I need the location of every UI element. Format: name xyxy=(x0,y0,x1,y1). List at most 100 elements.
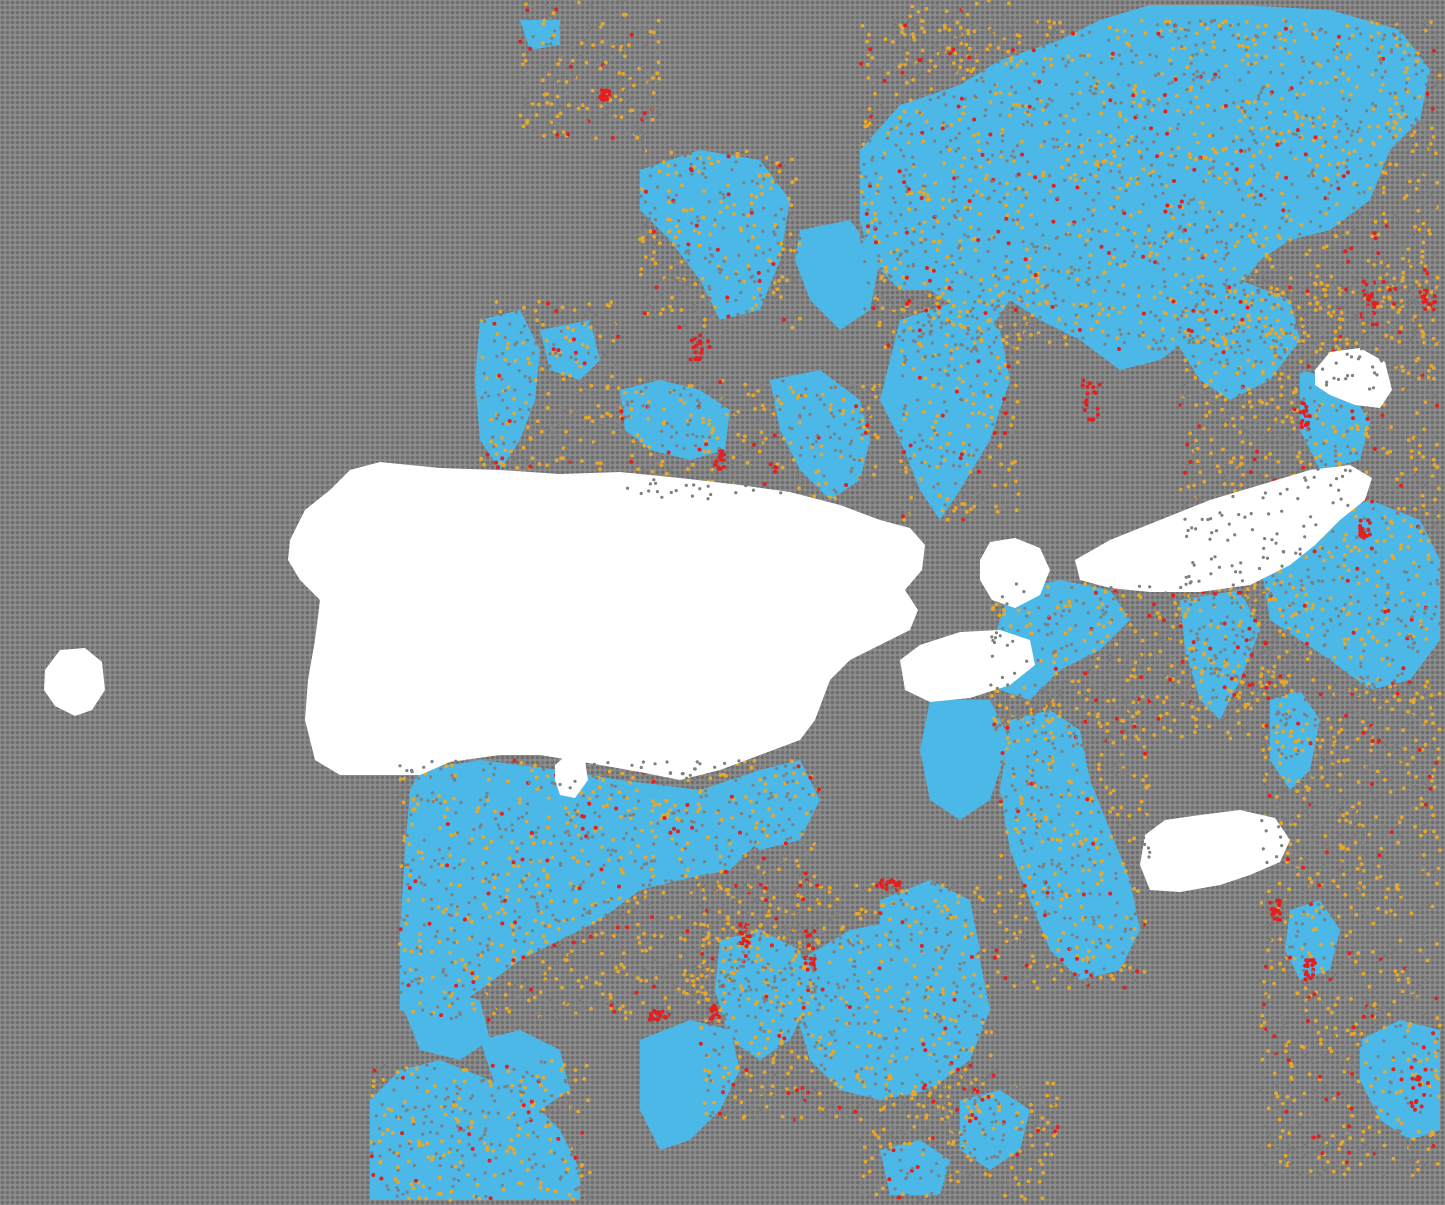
orange-point xyxy=(887,985,892,990)
red-point xyxy=(714,1012,719,1017)
orange-point xyxy=(1289,688,1294,693)
orange-point xyxy=(1186,607,1191,612)
orange-point xyxy=(628,1010,633,1015)
orange-point xyxy=(461,858,465,863)
orange-point xyxy=(1108,810,1112,814)
orange-point xyxy=(1066,54,1071,59)
red-point xyxy=(692,336,697,341)
orange-point xyxy=(1385,727,1390,731)
orange-point xyxy=(726,892,731,897)
orange-point xyxy=(590,88,595,93)
red-point xyxy=(820,987,825,992)
orange-point xyxy=(867,107,872,111)
orange-point xyxy=(657,802,662,807)
orange-point xyxy=(1262,979,1267,984)
orange-point xyxy=(1199,48,1204,53)
orange-point xyxy=(652,234,656,239)
grey-point xyxy=(1311,272,1315,276)
orange-point xyxy=(735,151,740,156)
orange-point xyxy=(706,835,710,840)
red-point xyxy=(928,278,932,283)
orange-point xyxy=(759,430,764,435)
orange-point xyxy=(767,1029,772,1033)
orange-point xyxy=(1360,720,1365,724)
orange-point xyxy=(902,417,907,422)
orange-point xyxy=(542,133,546,138)
red-point xyxy=(607,89,612,94)
orange-point xyxy=(1272,581,1277,586)
red-point xyxy=(1307,414,1312,419)
red-point xyxy=(1006,241,1011,246)
orange-point xyxy=(1421,221,1426,226)
orange-point xyxy=(1345,230,1350,235)
orange-point xyxy=(1388,162,1392,167)
red-point xyxy=(1434,760,1439,765)
orange-point xyxy=(1238,321,1243,325)
orange-point xyxy=(865,1004,869,1009)
red-point xyxy=(738,922,743,926)
red-point xyxy=(718,380,723,384)
orange-point xyxy=(1382,539,1387,543)
orange-point xyxy=(1349,601,1353,606)
red-point xyxy=(490,1063,495,1068)
orange-point xyxy=(1426,305,1431,310)
orange-point xyxy=(922,30,927,34)
red-point xyxy=(1275,142,1280,147)
grey-point xyxy=(1187,21,1191,25)
orange-point xyxy=(1001,338,1006,343)
red-point xyxy=(1431,1031,1436,1036)
orange-point xyxy=(1168,58,1172,62)
orange-point xyxy=(537,462,542,467)
orange-point xyxy=(1132,836,1136,841)
orange-point xyxy=(1057,317,1061,322)
orange-point xyxy=(637,941,642,945)
orange-point xyxy=(1100,307,1105,312)
orange-point xyxy=(1352,149,1357,154)
orange-point xyxy=(1019,1194,1024,1199)
red-point xyxy=(407,886,412,890)
orange-point xyxy=(524,400,529,405)
orange-point xyxy=(1144,784,1148,789)
orange-point xyxy=(1222,364,1226,368)
orange-point xyxy=(962,156,967,161)
orange-point xyxy=(963,934,967,939)
red-point xyxy=(1275,916,1280,921)
orange-point xyxy=(1024,247,1029,252)
orange-point xyxy=(977,410,981,415)
orange-point xyxy=(490,941,494,946)
orange-point xyxy=(556,927,561,931)
red-point xyxy=(1423,1067,1428,1072)
orange-point xyxy=(1397,339,1402,344)
orange-point xyxy=(408,968,413,972)
orange-point xyxy=(1357,801,1362,805)
red-point xyxy=(1284,1109,1289,1114)
orange-point xyxy=(1406,545,1411,549)
grey-point xyxy=(1284,47,1288,51)
orange-point xyxy=(1103,228,1108,233)
orange-point xyxy=(539,1181,543,1185)
red-point xyxy=(690,825,695,830)
orange-point xyxy=(940,291,945,296)
orange-point xyxy=(756,946,760,951)
red-point xyxy=(555,133,560,137)
orange-point xyxy=(1340,89,1345,94)
orange-point xyxy=(652,30,656,35)
red-point xyxy=(1355,566,1360,571)
orange-point xyxy=(1302,796,1307,801)
orange-point xyxy=(809,847,814,851)
grey-point xyxy=(1359,157,1363,161)
orange-point xyxy=(420,1143,425,1147)
orange-point xyxy=(876,1135,881,1140)
orange-point xyxy=(1416,1129,1421,1134)
orange-point xyxy=(875,435,880,440)
orange-point xyxy=(1414,738,1418,743)
orange-point xyxy=(1311,678,1316,682)
orange-point xyxy=(741,438,746,443)
orange-point xyxy=(393,1177,398,1181)
red-point xyxy=(738,830,742,835)
red-point xyxy=(752,442,756,447)
orange-point xyxy=(1262,692,1267,696)
orange-point xyxy=(1006,49,1011,54)
orange-point xyxy=(1260,1057,1265,1062)
orange-point xyxy=(1292,336,1297,340)
